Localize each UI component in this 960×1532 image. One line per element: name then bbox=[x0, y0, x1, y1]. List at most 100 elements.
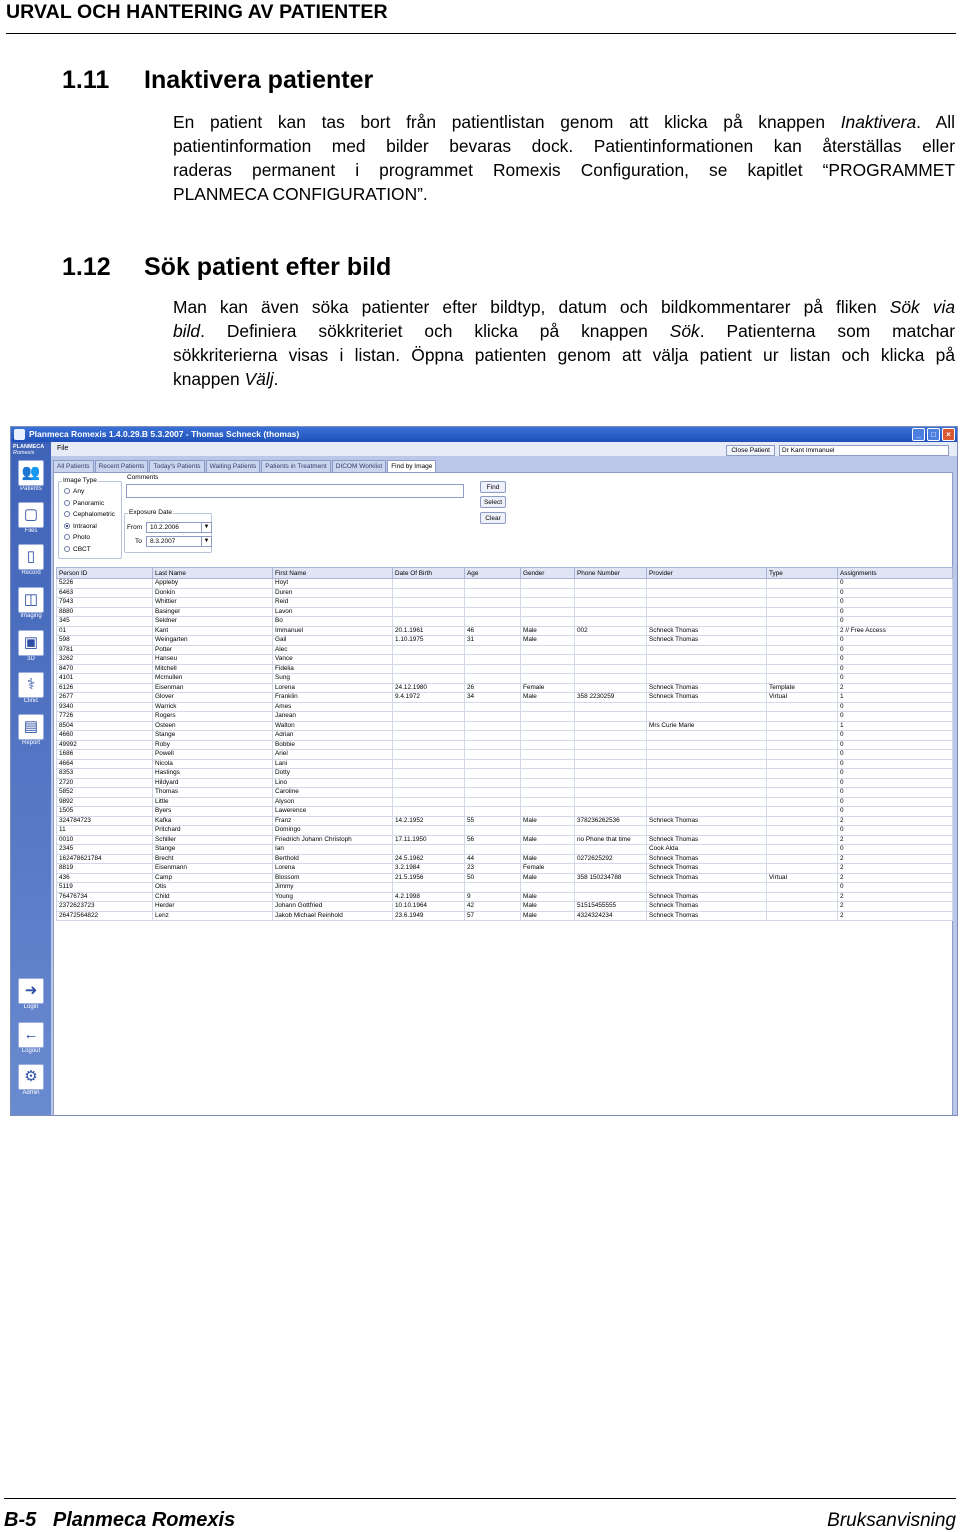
tab-recent-patients[interactable]: Recent Patients bbox=[94, 460, 149, 472]
image-type-option-any[interactable]: Any bbox=[64, 488, 84, 495]
tab-patients-in-treatment[interactable]: Patients in Treatment bbox=[261, 460, 331, 472]
table-row[interactable]: 345 Seldner Bo 0 bbox=[56, 616, 953, 627]
column-header[interactable]: Provider bbox=[646, 567, 767, 579]
menu-file[interactable]: File bbox=[57, 445, 68, 452]
table-row[interactable]: 598 Weingarten Gail 1.10.1975 31 Male Schneck … bbox=[56, 635, 953, 646]
image-type-option-panoramic[interactable]: Panoramic bbox=[64, 499, 105, 507]
maximize-button[interactable]: □ bbox=[927, 428, 940, 441]
find-button[interactable]: Find bbox=[480, 481, 506, 493]
radio-button[interactable] bbox=[64, 522, 70, 529]
table-row[interactable]: 9892 Little Alyson 0 bbox=[56, 796, 953, 807]
sidebar-item-clinic[interactable]: ⚕ Clinic bbox=[15, 672, 47, 712]
image-type-option-cbct[interactable]: CBCT bbox=[64, 546, 91, 553]
table-row[interactable]: 4101 Mcmullen Sung 0 bbox=[56, 673, 953, 684]
image-type-option-photo[interactable]: Photo bbox=[64, 534, 90, 541]
column-header[interactable]: Type bbox=[766, 567, 838, 579]
column-header[interactable]: Assignments bbox=[837, 567, 953, 579]
image-type-option-intraoral[interactable]: Intraoral bbox=[64, 522, 97, 530]
table-row[interactable]: 6126 Eisenman Lorena 24.12.1980 26 Female Schn… bbox=[56, 682, 953, 693]
sidebar-item-logout[interactable]: ← Logout bbox=[15, 1022, 47, 1062]
table-cell: Vance bbox=[272, 654, 393, 665]
table-row[interactable]: 9340 Warrick Ames 0 bbox=[56, 701, 953, 712]
table-row[interactable]: 436 Camp Blossom 21.5.1956 50 Male 358 1502347… bbox=[56, 872, 953, 883]
chevron-down-icon[interactable]: ▼ bbox=[201, 523, 211, 532]
table-row[interactable]: 2345 Stange Ian Cook Alda 0 bbox=[56, 844, 953, 855]
tab-waiting-patients[interactable]: Waiting Patients bbox=[205, 460, 261, 472]
table-row[interactable]: 01 Kant Immanuel 20.1.1961 46 Male 002 Schneck … bbox=[56, 625, 953, 636]
table-row[interactable]: 2720 Hildyard Lino 0 bbox=[56, 777, 953, 788]
table-row[interactable]: 3262 Hanseu Vance 0 bbox=[56, 654, 953, 665]
image-type-option-cephalometric[interactable]: Cephalometric bbox=[64, 511, 115, 518]
table-row[interactable]: 9781 Potter Alec 0 bbox=[56, 644, 953, 655]
to-date-field[interactable]: 8.3.2007 ▼ bbox=[146, 536, 212, 547]
table-row[interactable]: 8819 Eisenmann Lorena 3.2.1984 23 Female Schne… bbox=[56, 863, 953, 874]
table-row[interactable]: 0010 Schiller Friedrich Johann Christoph 17… bbox=[56, 834, 953, 845]
table-row[interactable]: 5226 Appleby Hoyt 0 bbox=[56, 578, 953, 589]
table-row[interactable]: 1686 Powell Ariel 0 bbox=[56, 749, 953, 760]
table-cell: Ariel bbox=[272, 749, 393, 760]
tab-all-patients[interactable]: All Patients bbox=[53, 460, 94, 472]
column-header[interactable]: Gender bbox=[520, 567, 575, 579]
current-patient-select[interactable]: Dr Kant Immanuel bbox=[779, 445, 949, 456]
table-cell bbox=[392, 749, 465, 760]
sidebar-item-admin[interactable]: ⚙ Admin bbox=[15, 1064, 47, 1104]
table-cell: 0 bbox=[837, 882, 953, 893]
radio-button[interactable] bbox=[64, 546, 70, 552]
column-header[interactable]: Date Of Birth bbox=[392, 567, 465, 579]
table-row[interactable]: 76476734 Child Young 4.2.1998 9 Male Schneck T… bbox=[56, 891, 953, 902]
table-cell: 2677 bbox=[56, 692, 153, 703]
select-button[interactable]: Select bbox=[480, 496, 506, 508]
table-row[interactable]: 8470 Mitchell Fidelia 0 bbox=[56, 663, 953, 674]
radio-button[interactable] bbox=[64, 534, 70, 541]
table-row[interactable]: 49992 Roby Bobbie 0 bbox=[56, 739, 953, 750]
table-row[interactable]: 4660 Stange Adrian 0 bbox=[56, 730, 953, 741]
radio-button[interactable] bbox=[64, 499, 70, 506]
table-row[interactable]: 7726 Rogers Janean 0 bbox=[56, 711, 953, 722]
table-cell: Potter bbox=[152, 644, 273, 655]
table-row[interactable]: 7943 Whittier Reid 0 bbox=[56, 597, 953, 608]
close-patient-button[interactable]: Close Patient bbox=[726, 445, 775, 456]
minimize-button[interactable]: _ bbox=[912, 428, 925, 441]
table-row[interactable]: 5852 Thomas Caroline 0 bbox=[56, 787, 953, 798]
sidebar-item-login[interactable]: ➜ Login bbox=[15, 978, 47, 1018]
sidebar-item-3d[interactable]: ▣ 3D bbox=[15, 630, 47, 670]
radio-button[interactable] bbox=[64, 511, 70, 518]
tab-today-s-patients[interactable]: Today's Patients bbox=[149, 460, 205, 472]
column-header[interactable]: Person ID bbox=[56, 567, 153, 579]
comments-input[interactable] bbox=[126, 484, 464, 498]
radio-label: Panoramic bbox=[73, 499, 105, 507]
clear-button[interactable]: Clear bbox=[480, 512, 506, 524]
sidebar-item-report[interactable]: ▤ Report bbox=[15, 714, 47, 754]
table-row[interactable]: 2647256482​2 Lenz Jakob Michael Reinhold 23… bbox=[56, 910, 953, 921]
column-header[interactable]: First Name bbox=[272, 567, 393, 579]
column-header[interactable]: Age bbox=[464, 567, 521, 579]
from-date-field[interactable]: 10.2.2006 ▼ bbox=[146, 522, 212, 533]
sidebar-item-record[interactable]: ▯ Record bbox=[15, 544, 47, 584]
table-row[interactable]: 11 Pritchard Domingo 0 bbox=[56, 825, 953, 836]
column-header[interactable]: Phone Number bbox=[574, 567, 647, 579]
table-row[interactable]: 2372623723 Herder Johann Gottfried 10.10.19… bbox=[56, 901, 953, 912]
table-row[interactable]: 6463 Donkin Duren 0 bbox=[56, 587, 953, 598]
sidebar-item-files[interactable]: ▢ Files bbox=[15, 502, 47, 542]
table-row[interactable]: 324784723 Kafka Franz 14.2.1952 55 Male 378236… bbox=[56, 815, 953, 826]
table-cell bbox=[464, 701, 521, 712]
table-cell: Schneck Thomas bbox=[646, 872, 767, 883]
table-row[interactable]: 8880 Basinger Lavon 0 bbox=[56, 606, 953, 617]
chevron-down-icon[interactable]: ▼ bbox=[201, 537, 211, 546]
table-row[interactable]: 1505 Byers Lawerence 0 bbox=[56, 806, 953, 817]
sidebar-item-imaging[interactable]: ◫ Imaging bbox=[15, 587, 47, 627]
column-header[interactable]: Last Name bbox=[152, 567, 273, 579]
radio-button[interactable] bbox=[64, 488, 70, 494]
table-row[interactable]: 5119 Otis Jimmy 0 bbox=[56, 882, 953, 893]
sidebar-item-patients[interactable]: 👥 Patients bbox=[15, 460, 47, 500]
close-window-button[interactable]: × bbox=[942, 428, 955, 441]
tab-dicom-worklist[interactable]: DICOM Worklist bbox=[331, 460, 387, 472]
table-row[interactable]: 8504 Osteen Walton Mrs Curie Marie 1 bbox=[56, 720, 953, 731]
table-row[interactable]: 4664 Nicola Lani 0 bbox=[56, 758, 953, 769]
table-cell: 0 bbox=[837, 787, 953, 798]
table-cell bbox=[766, 910, 838, 921]
table-row[interactable]: 2677 Glover Franklin 9.4.1972 34 Male 358 2230… bbox=[56, 692, 953, 703]
table-cell: Hanseu bbox=[152, 654, 273, 665]
table-row[interactable]: 16247862178​4 Brecht Berthold 24.5.1962 44 Ma… bbox=[56, 853, 953, 864]
table-row[interactable]: 8353 Hastings Dotty 0 bbox=[56, 768, 953, 779]
